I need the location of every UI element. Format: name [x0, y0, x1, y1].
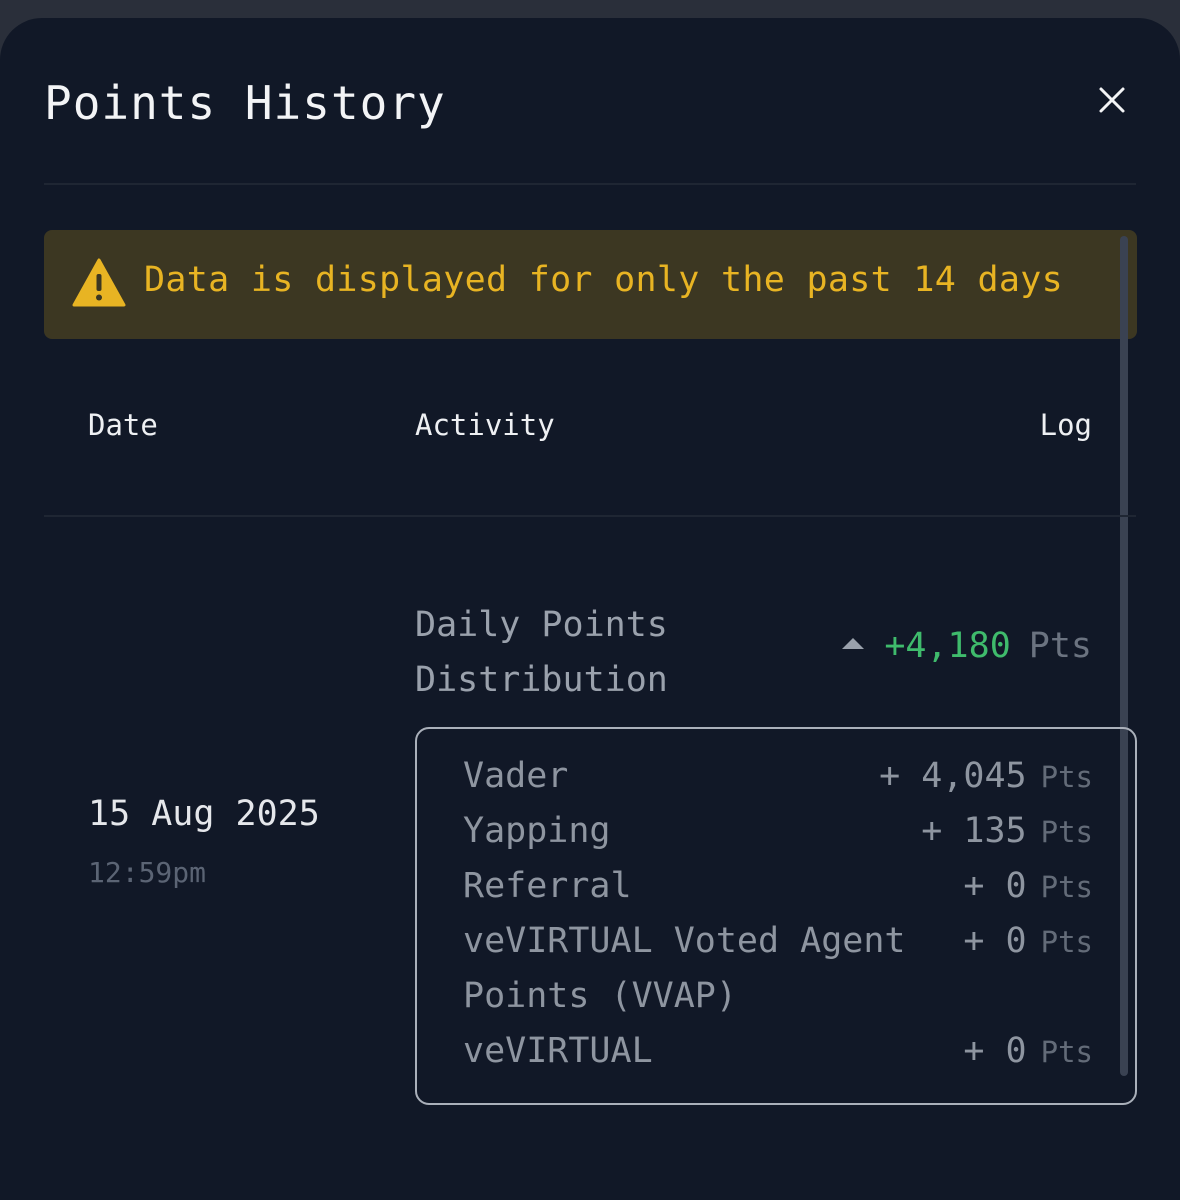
breakdown-value: + 4,045 Pts: [879, 749, 1093, 805]
total-unit: Pts: [1028, 626, 1092, 666]
notice-text: Data is displayed for only the past 14 d…: [144, 260, 1063, 300]
row-total[interactable]: +4,180 Pts: [842, 626, 1092, 666]
breakdown-label: Vader: [463, 756, 569, 796]
points-breakdown: Vader + 4,045 Pts Yapping + 135 Pts Referr…: [415, 727, 1137, 1105]
row-time: 12:59pm: [88, 856, 207, 889]
breakdown-unit: Pts: [1040, 760, 1093, 794]
column-header-activity: Activity: [415, 408, 555, 442]
table-header-divider: [44, 515, 1136, 517]
breakdown-value: + 0 Pts: [963, 859, 1093, 915]
breakdown-unit: Pts: [1040, 815, 1093, 849]
breakdown-unit: Pts: [1040, 925, 1093, 959]
modal-header: Points History: [44, 68, 1136, 138]
breakdown-amount: + 0: [963, 921, 1027, 961]
data-retention-notice: Data is displayed for only the past 14 d…: [44, 230, 1137, 339]
breakdown-value: + 0 Pts: [963, 1024, 1093, 1080]
breakdown-amount: + 135: [921, 811, 1027, 851]
close-button[interactable]: [1094, 82, 1130, 118]
close-icon: [1099, 87, 1125, 113]
breakdown-label: veVIRTUAL Voted Agent Points (VVAP): [463, 921, 927, 1016]
breakdown-value: + 0 Pts: [963, 914, 1093, 970]
breakdown-label: Yapping: [463, 811, 611, 851]
breakdown-value: + 135 Pts: [921, 804, 1093, 860]
header-divider: [44, 183, 1136, 185]
collapse-triangle-icon[interactable]: [842, 638, 865, 649]
breakdown-label: veVIRTUAL: [463, 1031, 653, 1071]
warning-icon: [72, 258, 126, 307]
row-activity: Daily Points Distribution: [415, 605, 668, 700]
page-title: Points History: [44, 76, 446, 130]
breakdown-unit: Pts: [1040, 1035, 1093, 1069]
breakdown-unit: Pts: [1040, 870, 1093, 904]
column-header-date: Date: [88, 408, 158, 442]
row-date: 15 Aug 2025: [88, 794, 320, 834]
total-value: +4,180: [884, 626, 1011, 666]
points-history-modal: Points History Data is displayed for onl…: [0, 18, 1180, 1200]
breakdown-label: Referral: [463, 866, 632, 906]
breakdown-amount: + 0: [963, 866, 1027, 906]
column-header-log: Log: [1039, 408, 1092, 442]
breakdown-amount: + 0: [963, 1031, 1027, 1071]
breakdown-amount: + 4,045: [879, 756, 1027, 796]
